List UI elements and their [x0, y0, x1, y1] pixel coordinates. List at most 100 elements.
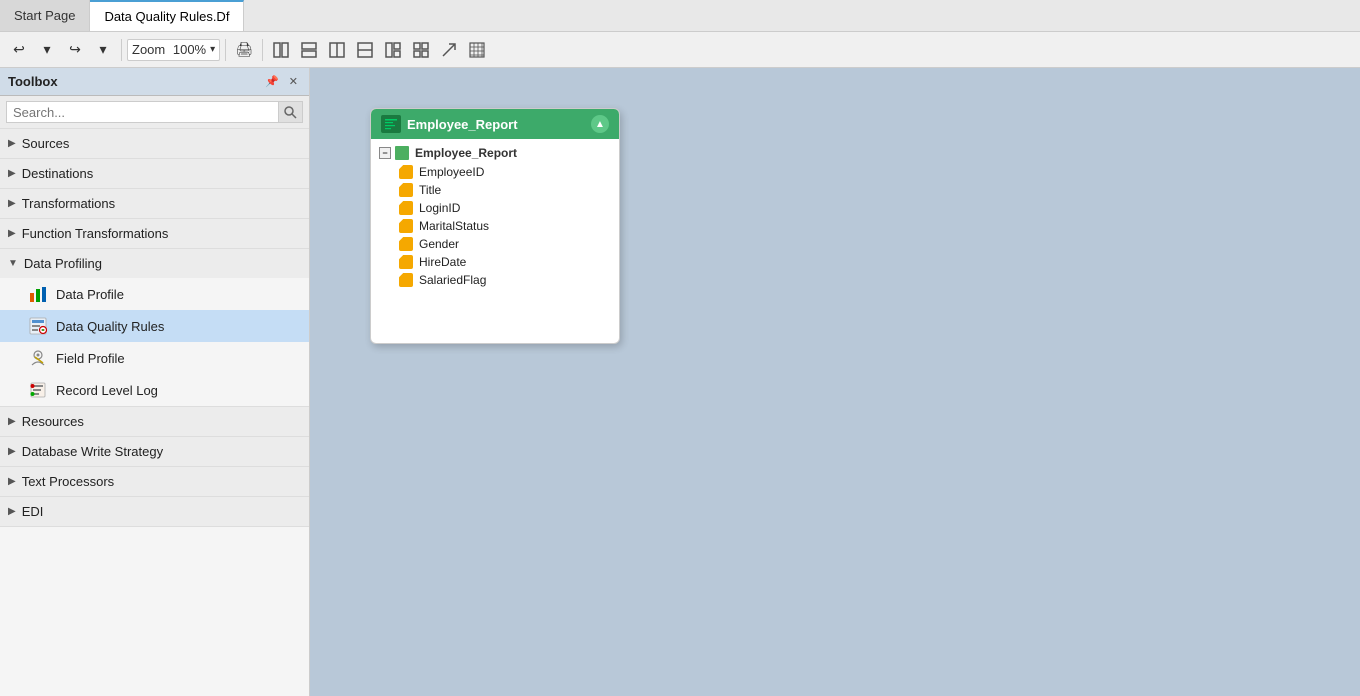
transformations-header[interactable]: ▶ Transformations — [0, 189, 309, 218]
grid-btn[interactable] — [464, 37, 490, 63]
tab-data-quality-rules-df[interactable]: Data Quality Rules.Df — [90, 0, 244, 31]
resources-label: Resources — [22, 414, 84, 429]
toolbox-list: ▶ Sources ▶ Destinations ▶ Transformatio… — [0, 129, 309, 696]
zoom-dropdown-arrow[interactable]: ▾ — [210, 44, 215, 55]
sources-arrow: ▶ — [8, 138, 16, 149]
tab-bar: Start Page Data Quality Rules.Df — [0, 0, 1360, 32]
node-group-header: − Employee_Report — [371, 143, 619, 163]
destinations-header[interactable]: ▶ Destinations — [0, 159, 309, 188]
group-label: Employee_Report — [415, 146, 517, 160]
connector-6 — [619, 214, 620, 219]
node-header: Employee_Report ▲ — [371, 109, 619, 139]
resources-header[interactable]: ▶ Resources — [0, 407, 309, 436]
field-icon-loginid — [399, 201, 413, 215]
data-profiling-arrow: ▼ — [8, 258, 18, 269]
text-processors-arrow: ▶ — [8, 476, 16, 487]
node-empty-space — [371, 289, 619, 339]
field-salariedflag: SalariedFlag — [371, 271, 619, 289]
section-database-write-strategy: ▶ Database Write Strategy — [0, 437, 309, 467]
resources-arrow: ▶ — [8, 416, 16, 427]
transformations-arrow: ▶ — [8, 198, 16, 209]
layout-btn-1[interactable] — [268, 37, 294, 63]
function-transformations-arrow: ▶ — [8, 228, 16, 239]
section-destinations: ▶ Destinations — [0, 159, 309, 189]
group-icon — [395, 146, 409, 160]
node-body: − Employee_Report EmployeeID Title — [371, 139, 619, 343]
field-title: Title — [371, 181, 619, 199]
node-collapse-button[interactable]: ▲ — [591, 115, 609, 133]
field-profile-label: Field Profile — [56, 351, 125, 366]
destinations-arrow: ▶ — [8, 168, 16, 179]
separator-1 — [121, 39, 122, 61]
redo-button[interactable]: ↪ — [62, 37, 88, 63]
node-title: Employee_Report — [407, 117, 585, 132]
text-processors-label: Text Processors — [22, 474, 114, 489]
edi-arrow: ▶ — [8, 506, 16, 517]
sources-label: Sources — [22, 136, 70, 151]
item-record-level-log[interactable]: Record Level Log — [0, 374, 309, 406]
diagonal-arrow-btn[interactable] — [436, 37, 462, 63]
toolbox-panel: Toolbox 📌 ✕ ▶ Sources — [0, 68, 310, 696]
item-data-profile[interactable]: Data Profile — [0, 278, 309, 310]
toolbox-pin-btn[interactable]: 📌 — [262, 74, 282, 89]
field-maritalstatus: MaritalStatus — [371, 217, 619, 235]
field-profile-icon — [28, 348, 48, 368]
print-button[interactable]: 🖨 — [231, 37, 257, 63]
data-quality-rules-icon — [28, 316, 48, 336]
data-profiling-header[interactable]: ▼ Data Profiling — [0, 249, 309, 278]
zoom-control[interactable]: Zoom 100% ▾ — [127, 39, 220, 61]
field-label-employeeid: EmployeeID — [419, 165, 484, 179]
field-icon-maritalstatus — [399, 219, 413, 233]
database-write-strategy-header[interactable]: ▶ Database Write Strategy — [0, 437, 309, 466]
section-transformations: ▶ Transformations — [0, 189, 309, 219]
field-label-title: Title — [419, 183, 441, 197]
field-label-salariedflag: SalariedFlag — [419, 273, 486, 287]
item-data-quality-rules[interactable]: Data Quality Rules — [0, 310, 309, 342]
record-level-log-icon — [28, 380, 48, 400]
section-data-profiling: ▼ Data Profiling Data Profile — [0, 249, 309, 407]
layout-btn-2[interactable] — [296, 37, 322, 63]
function-transformations-header[interactable]: ▶ Function Transformations — [0, 219, 309, 248]
toolbox-close-btn[interactable]: ✕ — [286, 74, 301, 89]
tab-start-page[interactable]: Start Page — [0, 0, 90, 31]
transformations-label: Transformations — [22, 196, 115, 211]
toolbar: ↩ ▾ ↪ ▾ Zoom 100% ▾ 🖨 — [0, 32, 1360, 68]
section-sources: ▶ Sources — [0, 129, 309, 159]
search-button[interactable] — [279, 101, 303, 123]
layout-btn-3[interactable] — [324, 37, 350, 63]
zoom-label: Zoom — [132, 42, 165, 57]
field-label-loginid: LoginID — [419, 201, 460, 215]
layout-btn-5[interactable] — [380, 37, 406, 63]
canvas-area[interactable]: Employee_Report ▲ − Employee_Report — [310, 68, 1360, 696]
text-processors-header[interactable]: ▶ Text Processors — [0, 467, 309, 496]
item-field-profile[interactable]: Field Profile — [0, 342, 309, 374]
field-label-maritalstatus: MaritalStatus — [419, 219, 489, 233]
edi-header[interactable]: ▶ EDI — [0, 497, 309, 526]
connector-8 — [619, 234, 620, 239]
connector-3 — [619, 184, 620, 189]
main-layout: Toolbox 📌 ✕ ▶ Sources — [0, 68, 1360, 696]
field-loginid: LoginID — [371, 199, 619, 217]
destinations-label: Destinations — [22, 166, 94, 181]
undo-button[interactable]: ↩ — [6, 37, 32, 63]
redo-dropdown[interactable]: ▾ — [90, 37, 116, 63]
right-connectors — [619, 164, 620, 279]
layout-btn-4[interactable] — [352, 37, 378, 63]
data-profile-label: Data Profile — [56, 287, 124, 302]
connector-9 — [619, 244, 620, 249]
data-quality-rules-label: Data Quality Rules — [56, 319, 164, 334]
toolbox-header: Toolbox 📌 ✕ — [0, 68, 309, 96]
field-employeeid: EmployeeID — [371, 163, 619, 181]
sources-header[interactable]: ▶ Sources — [0, 129, 309, 158]
search-box — [0, 96, 309, 129]
undo-dropdown[interactable]: ▾ — [34, 37, 60, 63]
group-collapse-btn[interactable]: − — [379, 147, 391, 159]
search-input[interactable] — [6, 101, 279, 123]
section-resources: ▶ Resources — [0, 407, 309, 437]
database-write-strategy-arrow: ▶ — [8, 446, 16, 457]
edi-label: EDI — [22, 504, 44, 519]
function-transformations-label: Function Transformations — [22, 226, 169, 241]
zoom-value: 100% — [173, 42, 206, 57]
section-edi: ▶ EDI — [0, 497, 309, 527]
layout-btn-6[interactable] — [408, 37, 434, 63]
